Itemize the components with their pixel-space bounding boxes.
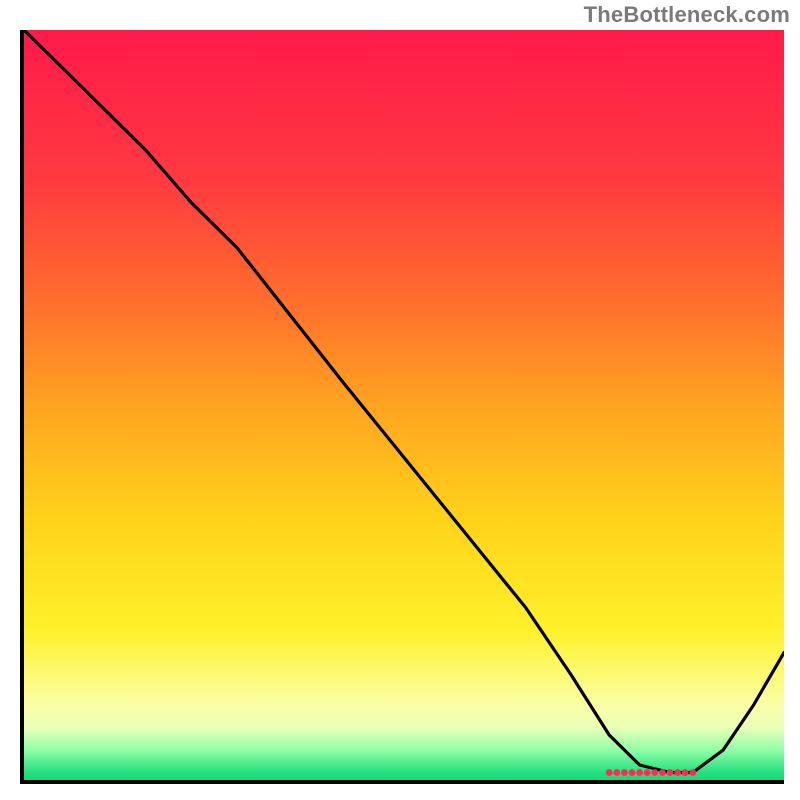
chart-plot-area xyxy=(20,30,784,784)
curve-path xyxy=(24,30,784,773)
watermark-text: TheBottleneck.com xyxy=(584,2,790,28)
bottleneck-curve xyxy=(24,30,784,780)
